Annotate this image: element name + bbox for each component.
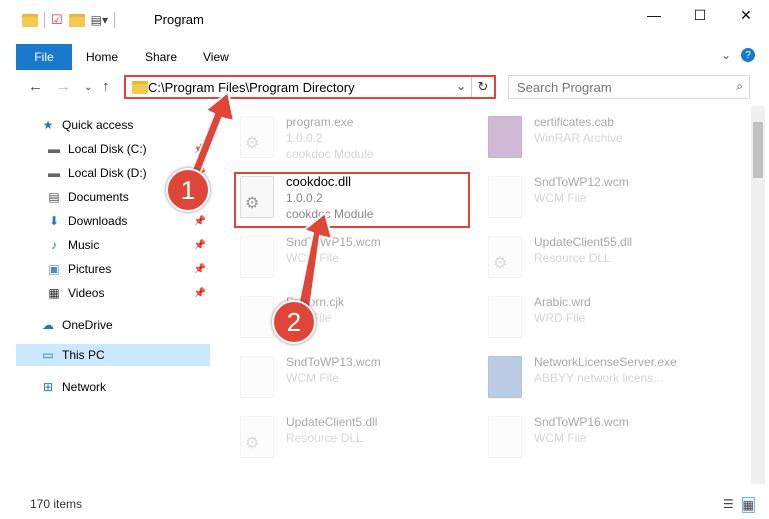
- tiles-view-icon[interactable]: ▦: [741, 497, 755, 513]
- item-count: 170 items: [30, 497, 83, 511]
- arrow-1: [186, 90, 236, 180]
- status-bar: 170 items ☰ ▦: [0, 489, 769, 519]
- callout-badge-1: 1: [166, 168, 210, 212]
- callout-arrows: [186, 90, 334, 324]
- details-view-icon[interactable]: ☰: [723, 497, 734, 513]
- callout-badge-2: 2: [272, 300, 316, 344]
